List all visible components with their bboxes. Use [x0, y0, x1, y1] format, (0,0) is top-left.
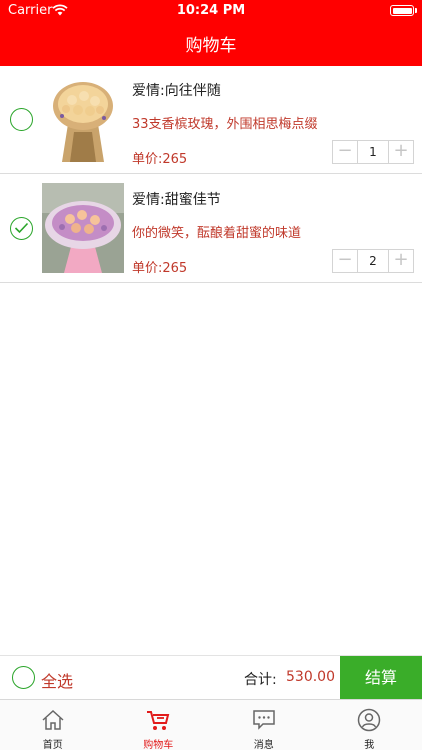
tab-label: 首页 — [42, 740, 63, 750]
page-title: 购物车 — [185, 36, 237, 56]
tab-label: 购物车 — [143, 740, 174, 750]
product-description: 33支香槟玫瑰，外围相思梅点缀 — [132, 117, 318, 132]
cart-screen: Carrier 10:24 PM 购物车 爱情:向往伴随 33支香槟玫瑰，外围相… — [0, 0, 422, 750]
product-name[interactable]: 爱情:向往伴随 — [132, 80, 221, 100]
item-checkbox[interactable] — [10, 217, 33, 240]
quantity-stepper: − 1 + — [332, 140, 414, 164]
checkout-bar: 全选 合计: 530.00 结算 — [0, 655, 422, 700]
quantity-value[interactable]: 2 — [357, 250, 389, 272]
total-amount: 530.00 — [286, 669, 335, 685]
checkout-button[interactable]: 结算 — [340, 656, 422, 700]
quantity-value[interactable]: 1 — [357, 141, 389, 163]
tab-cart[interactable]: 购物车 — [106, 700, 212, 750]
product-name[interactable]: 爱情:甜蜜佳节 — [132, 189, 221, 209]
cart-item: 爱情:甜蜜佳节 你的微笑，酝酿着甜蜜的味道 单价:265 − 2 + — [0, 175, 422, 283]
product-image[interactable] — [42, 183, 124, 273]
select-all-checkbox[interactable] — [12, 666, 35, 689]
select-all-label[interactable]: 全选 — [41, 668, 73, 692]
tab-label: 我 — [364, 740, 375, 750]
user-icon — [358, 708, 381, 732]
product-price: 单价:265 — [132, 152, 188, 167]
battery-tip — [415, 8, 417, 13]
tab-home[interactable]: 首页 — [0, 700, 106, 750]
battery-icon — [390, 5, 414, 16]
check-icon — [14, 222, 29, 234]
quantity-stepper: − 2 + — [332, 249, 414, 273]
cart-icon — [147, 711, 170, 730]
tab-label: 消息 — [253, 740, 274, 750]
item-checkbox[interactable] — [10, 108, 33, 131]
tab-bar: 首页 购物车 消息 我 — [0, 699, 422, 750]
product-image[interactable] — [42, 74, 124, 164]
decrement-button[interactable]: − — [333, 250, 357, 272]
status-time: 10:24 PM — [176, 3, 246, 18]
increment-button[interactable]: + — [389, 141, 413, 163]
status-bar: Carrier 10:24 PM — [0, 0, 422, 22]
home-icon — [42, 709, 64, 730]
top-bar: Carrier 10:24 PM 购物车 — [0, 0, 422, 66]
tab-messages[interactable]: 消息 — [211, 700, 317, 750]
tab-me[interactable]: 我 — [317, 700, 422, 750]
increment-button[interactable]: + — [389, 250, 413, 272]
cart-item: 爱情:向往伴随 33支香槟玫瑰，外围相思梅点缀 单价:265 − 1 + — [0, 66, 422, 174]
message-icon — [253, 710, 275, 730]
total-label: 合计: — [244, 672, 277, 688]
decrement-button[interactable]: − — [333, 141, 357, 163]
product-price: 单价:265 — [132, 261, 188, 276]
product-description: 你的微笑，酝酿着甜蜜的味道 — [132, 226, 302, 241]
